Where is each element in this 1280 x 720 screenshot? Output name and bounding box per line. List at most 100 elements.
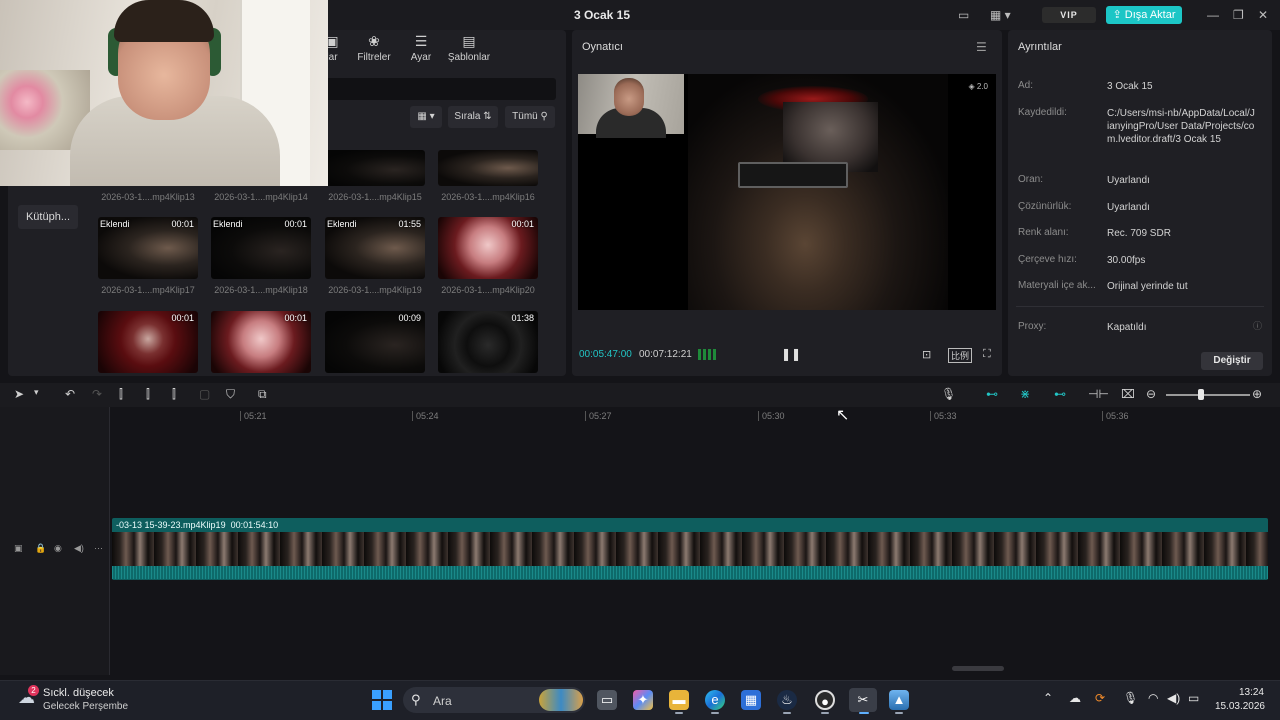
media-duration: 01:55: [398, 219, 421, 229]
filters-icon: ❀: [368, 33, 380, 49]
store-icon[interactable]: ▦: [741, 690, 761, 710]
media-name: 2026-03-1....mp4Klip19: [328, 285, 422, 295]
timeline-scrollbar[interactable]: [952, 666, 1004, 671]
link-icon[interactable]: ⋇: [1020, 387, 1030, 401]
zoom-slider-handle[interactable]: [1198, 389, 1205, 400]
weather-subtitle[interactable]: Gelecek Perşembe: [43, 701, 128, 712]
track-cover-icon[interactable]: ▣: [14, 543, 23, 554]
microphone-icon[interactable]: 🎙: [941, 387, 956, 401]
maximize-icon[interactable]: ❐: [1233, 8, 1244, 22]
ruler-tick: [1102, 411, 1103, 421]
media-thumbnail[interactable]: Eklendi 00:01: [98, 217, 198, 279]
video-preview[interactable]: ◈ 2.0: [578, 74, 996, 310]
fullscreen-icon[interactable]: ⛶: [983, 348, 991, 361]
steam-icon[interactable]: ♨: [777, 690, 797, 710]
battery-icon[interactable]: ▭: [1188, 691, 1199, 705]
tab-label: Filtreler: [357, 52, 391, 63]
filter-button[interactable]: Tümü ⚲: [505, 106, 555, 128]
sync-icon[interactable]: ⟳: [1095, 691, 1105, 705]
minimize-icon[interactable]: —: [1207, 8, 1219, 22]
media-thumbnail[interactable]: 00:01: [211, 311, 311, 373]
close-icon[interactable]: ✕: [1258, 8, 1268, 22]
preview-bed: [738, 162, 848, 188]
delete-icon[interactable]: ▢: [199, 387, 210, 401]
media-thumbnail[interactable]: 00:09: [325, 311, 425, 373]
media-thumbnail[interactable]: [438, 150, 538, 186]
media-duration: 00:01: [171, 219, 194, 229]
crop-icon[interactable]: ⧉: [258, 387, 267, 402]
active-indicator: [783, 712, 791, 714]
obs-icon[interactable]: ●: [815, 690, 835, 710]
zoom-in-icon[interactable]: ⊕: [1252, 387, 1262, 401]
magnet-icon[interactable]: ⊷: [986, 387, 998, 401]
edge-icon[interactable]: e: [705, 690, 725, 710]
chevron-down-icon[interactable]: ▾: [34, 387, 39, 398]
export-icon: ⇪: [1112, 9, 1125, 21]
sidebar-item-library[interactable]: Kütüph...: [18, 205, 78, 229]
tab-templates[interactable]: ▤ Şablonlar: [446, 33, 492, 63]
clip-waveform: [112, 566, 1268, 579]
undo-icon[interactable]: ↶: [65, 387, 75, 401]
lock-icon[interactable]: 🔒: [35, 543, 46, 554]
eye-icon[interactable]: ◉: [54, 543, 62, 554]
wifi-icon[interactable]: ◠: [1148, 691, 1158, 705]
vip-badge[interactable]: VIP: [1042, 7, 1096, 23]
speaker-icon[interactable]: ◀): [74, 543, 84, 554]
tab-filters[interactable]: ❀ Filtreler: [354, 33, 394, 63]
change-button[interactable]: Değiştir: [1201, 352, 1263, 370]
clock-time[interactable]: 13:24: [1232, 687, 1264, 698]
align-icon[interactable]: ⊣⊢: [1088, 387, 1109, 401]
detail-key: Kaydedildi:: [1018, 107, 1067, 118]
screen-icon[interactable]: ⌧: [1121, 387, 1135, 401]
info-icon[interactable]: ⓘ: [1253, 319, 1262, 332]
split-left-icon[interactable]: ⫿: [146, 387, 150, 402]
aspect-ratio-icon[interactable]: 比例: [948, 348, 973, 363]
onedrive-icon[interactable]: ☁: [1069, 691, 1081, 705]
chevron-up-icon[interactable]: ⌃: [1043, 691, 1053, 705]
copilot-icon[interactable]: ✦: [633, 690, 653, 710]
pause-icon[interactable]: ❚❚: [781, 347, 801, 361]
media-thumbnail[interactable]: 01:38: [438, 311, 538, 373]
filter-label: Tümü: [512, 111, 538, 122]
media-name: 2026-03-1....mp4Klip13: [101, 192, 195, 202]
fit-icon[interactable]: ⊡: [922, 348, 931, 361]
volume-icon[interactable]: ◀): [1167, 691, 1180, 705]
select-tool-icon[interactable]: ➤: [14, 387, 24, 401]
media-search-input[interactable]: [322, 78, 556, 100]
split-icon[interactable]: ⫿: [119, 387, 123, 402]
ruler-label: 05:36: [1106, 411, 1129, 421]
task-view-icon[interactable]: ▭: [597, 690, 617, 710]
media-thumbnail[interactable]: Eklendi 01:55: [325, 217, 425, 279]
capcut-icon[interactable]: ✂: [849, 688, 877, 712]
redo-icon[interactable]: ↷: [92, 387, 102, 401]
tab-adjust[interactable]: ☰ Ayar: [404, 33, 438, 63]
split-right-icon[interactable]: ⫿: [172, 387, 176, 402]
divider: [1016, 306, 1264, 307]
menu-icon[interactable]: ☰: [976, 40, 987, 54]
layout-icon[interactable]: ▭: [958, 8, 969, 22]
weather-title[interactable]: Sıckl. düşecek: [43, 687, 114, 699]
photos-icon[interactable]: ▲: [889, 690, 909, 710]
view-toggle-button[interactable]: ▦ ▾: [410, 106, 442, 128]
workspace-icon[interactable]: ▦ ▾: [990, 8, 1011, 22]
zoom-out-icon[interactable]: ⊖: [1146, 387, 1156, 401]
project-title: 3 Ocak 15: [573, 8, 631, 22]
export-button[interactable]: ⇪ Dışa Aktar: [1106, 6, 1182, 24]
clock-date[interactable]: 15.03.2026: [1213, 701, 1265, 712]
windows-start-icon[interactable]: [372, 690, 392, 710]
media-thumbnail[interactable]: Eklendi 00:01: [211, 217, 311, 279]
media-thumbnail[interactable]: [325, 150, 425, 186]
media-thumbnail[interactable]: 00:01: [98, 311, 198, 373]
sort-button[interactable]: Sırala ⇅: [448, 106, 498, 128]
marker-icon[interactable]: ⛉: [226, 387, 235, 402]
clip-name: -03-13 15-39-23.mp4Klip19: [116, 520, 226, 530]
detail-key: Proxy:: [1018, 321, 1047, 332]
more-icon[interactable]: ···: [94, 543, 103, 553]
added-badge: Eklendi: [213, 219, 243, 229]
detail-value: 30.00fps: [1107, 255, 1146, 266]
zoom-slider[interactable]: [1166, 394, 1250, 396]
microphone-tray-icon[interactable]: 🎙: [1123, 691, 1138, 705]
media-thumbnail[interactable]: 00:01: [438, 217, 538, 279]
preview-axis-icon[interactable]: ⊷: [1054, 387, 1066, 401]
file-explorer-icon[interactable]: ▬: [669, 690, 689, 710]
